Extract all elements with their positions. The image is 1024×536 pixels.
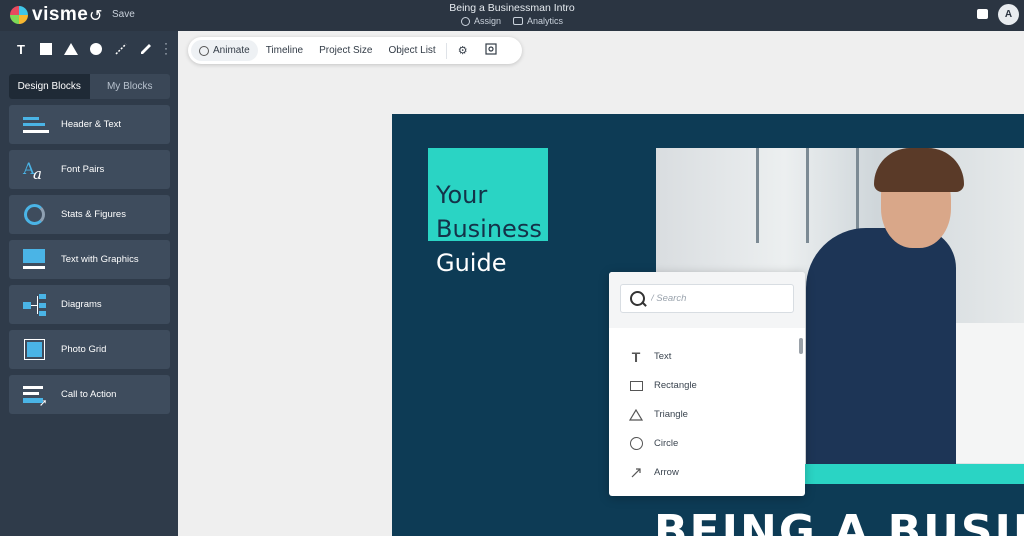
analytics-label: Analytics	[527, 16, 564, 26]
picker-item-rectangle[interactable]: Rectangle	[609, 371, 799, 400]
block-label: Header & Text	[61, 119, 122, 130]
block-stats-figures[interactable]: Stats & Figures	[9, 195, 170, 234]
title-actions: Assign Analytics	[0, 16, 1024, 26]
text-graphics-icon	[21, 248, 47, 271]
headline-text[interactable]: Your Business Guide	[436, 178, 542, 280]
line-tool-icon[interactable]	[110, 39, 132, 59]
block-label: Diagrams	[61, 299, 102, 310]
font-pairs-icon: A a	[23, 158, 42, 183]
picker-item-label: Arrow	[654, 467, 679, 478]
animate-button[interactable]: Animate	[191, 40, 258, 61]
assign-icon	[460, 16, 470, 26]
picker-header	[609, 272, 805, 328]
block-label: Stats & Figures	[61, 209, 126, 220]
header-text-icon	[21, 114, 49, 136]
preview-icon[interactable]	[477, 43, 505, 58]
picker-search[interactable]	[620, 284, 794, 313]
block-diagrams[interactable]: Diagrams	[9, 285, 170, 324]
block-text-with-graphics[interactable]: Text with Graphics	[9, 240, 170, 279]
slide-big-title[interactable]: BEING A BUSIN	[654, 506, 1024, 536]
headline-line-1: Your	[436, 181, 488, 209]
pen-tool-icon[interactable]	[135, 39, 157, 59]
comment-icon[interactable]	[977, 9, 988, 19]
block-call-to-action[interactable]: ➚ Call to Action	[9, 375, 170, 414]
element-picker-popup: T Text Rectangle Triangle Circle Arrow	[609, 272, 805, 496]
picker-item-text[interactable]: T Text	[609, 342, 799, 371]
block-label: Text with Graphics	[61, 254, 139, 265]
block-photo-grid[interactable]: Photo Grid	[9, 330, 170, 369]
picker-item-label: Circle	[654, 438, 679, 449]
assign-button[interactable]: Assign	[460, 16, 501, 26]
stats-icon	[21, 203, 47, 226]
assign-label: Assign	[473, 16, 501, 26]
settings-gear-icon[interactable]: ⚙	[449, 44, 477, 57]
search-input[interactable]	[651, 293, 781, 304]
shape-tools: T	[10, 39, 157, 59]
picker-item-arrow[interactable]: Arrow	[609, 458, 799, 487]
text-icon: T	[631, 348, 641, 365]
analytics-button[interactable]: Analytics	[513, 16, 563, 26]
document-title[interactable]: Being a Businessman Intro	[0, 2, 1024, 14]
design-blocks-list: Header & Text A a Font Pairs Stats & Fig…	[9, 105, 170, 420]
picker-scrollbar[interactable]	[799, 338, 803, 354]
object-list-button[interactable]: Object List	[380, 40, 443, 61]
diagram-icon	[21, 293, 47, 316]
block-header-text[interactable]: Header & Text	[9, 105, 170, 144]
picker-item-label: Rectangle	[654, 380, 697, 391]
toolbar-divider	[445, 42, 447, 59]
avatar[interactable]: A	[998, 4, 1019, 25]
search-icon	[621, 285, 651, 312]
picker-item-label: Triangle	[654, 409, 688, 420]
block-tabs: Design Blocks My Blocks	[9, 74, 170, 99]
more-tools-icon[interactable]: · · ·	[164, 37, 168, 59]
headline-line-3: Guide	[436, 249, 507, 277]
picker-item-circle[interactable]: Circle	[609, 429, 799, 458]
call-to-action-icon: ➚	[21, 384, 47, 409]
arrow-icon	[628, 466, 644, 480]
timeline-button[interactable]: Timeline	[258, 40, 311, 61]
rectangle-tool-icon[interactable]	[35, 39, 57, 59]
triangle-icon	[628, 408, 644, 422]
block-label: Photo Grid	[61, 344, 107, 355]
block-font-pairs[interactable]: A a Font Pairs	[9, 150, 170, 189]
block-label: Font Pairs	[61, 164, 105, 175]
tab-design-blocks[interactable]: Design Blocks	[9, 74, 90, 99]
text-tool-icon[interactable]: T	[10, 39, 32, 59]
canvas-toolbar: Animate Timeline Project Size Object Lis…	[188, 37, 522, 64]
analytics-icon	[513, 17, 523, 25]
tab-my-blocks[interactable]: My Blocks	[90, 74, 171, 99]
block-label: Call to Action	[61, 389, 117, 400]
picker-list: T Text Rectangle Triangle Circle Arrow	[609, 342, 799, 487]
circle-tool-icon[interactable]	[85, 39, 107, 59]
picker-item-label: Text	[654, 351, 672, 362]
top-bar: visme ↺ Save Being a Businessman Intro A…	[0, 0, 1024, 31]
picker-item-triangle[interactable]: Triangle	[609, 400, 799, 429]
triangle-tool-icon[interactable]	[60, 39, 82, 59]
project-size-button[interactable]: Project Size	[311, 40, 380, 61]
headline-line-2: Business	[436, 215, 542, 243]
left-sidebar: T · · · Design Blocks My Blocks Header & T…	[0, 31, 178, 536]
circle-icon	[628, 437, 644, 451]
rectangle-icon	[628, 379, 644, 393]
photo-grid-icon	[21, 338, 47, 361]
